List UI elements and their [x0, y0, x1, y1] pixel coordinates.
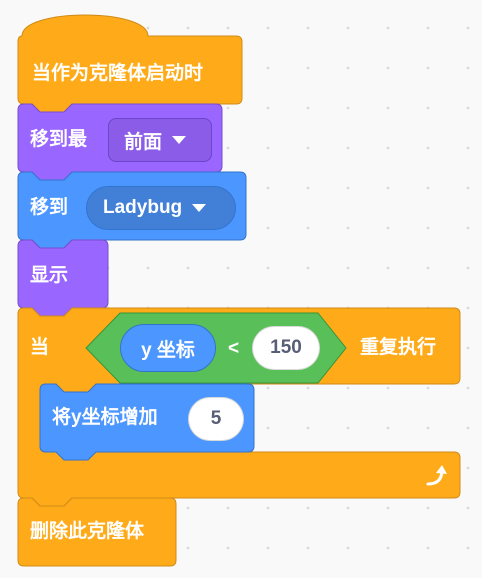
repeat-until-prefix: 当	[30, 337, 50, 358]
change-y-value-input[interactable]: 5	[188, 397, 244, 441]
chevron-down-icon	[192, 204, 207, 212]
delete-clone-label: 删除此克隆体	[30, 521, 145, 542]
block-shapes	[17, 14, 461, 567]
go-to-label: 移到	[30, 197, 69, 218]
comparison-value-input[interactable]: 150	[252, 326, 320, 370]
script-canvas[interactable]: 当作为克隆体启动时 移到最 前面 移到 Ladybug 显示 当 y 坐标 < …	[0, 0, 482, 578]
go-to-front-label: 移到最	[30, 129, 88, 150]
comparison-value: 150	[270, 337, 302, 358]
change-y-label: 将y坐标增加	[52, 407, 158, 428]
layer-dropdown-value: 前面	[124, 131, 163, 153]
hat-block-label: 当作为克隆体启动时	[32, 63, 204, 84]
show-label: 显示	[30, 265, 69, 286]
target-dropdown[interactable]: Ladybug	[86, 186, 236, 230]
y-position-reporter[interactable]: y 坐标	[120, 324, 216, 372]
y-position-reporter-label: y 坐标	[141, 339, 195, 361]
less-than-symbol: <	[228, 338, 240, 359]
layer-dropdown[interactable]: 前面	[108, 118, 212, 162]
chevron-down-icon	[172, 136, 187, 144]
target-dropdown-value: Ladybug	[103, 197, 183, 218]
repeat-until-suffix: 重复执行	[360, 337, 437, 358]
change-y-value: 5	[210, 408, 222, 429]
